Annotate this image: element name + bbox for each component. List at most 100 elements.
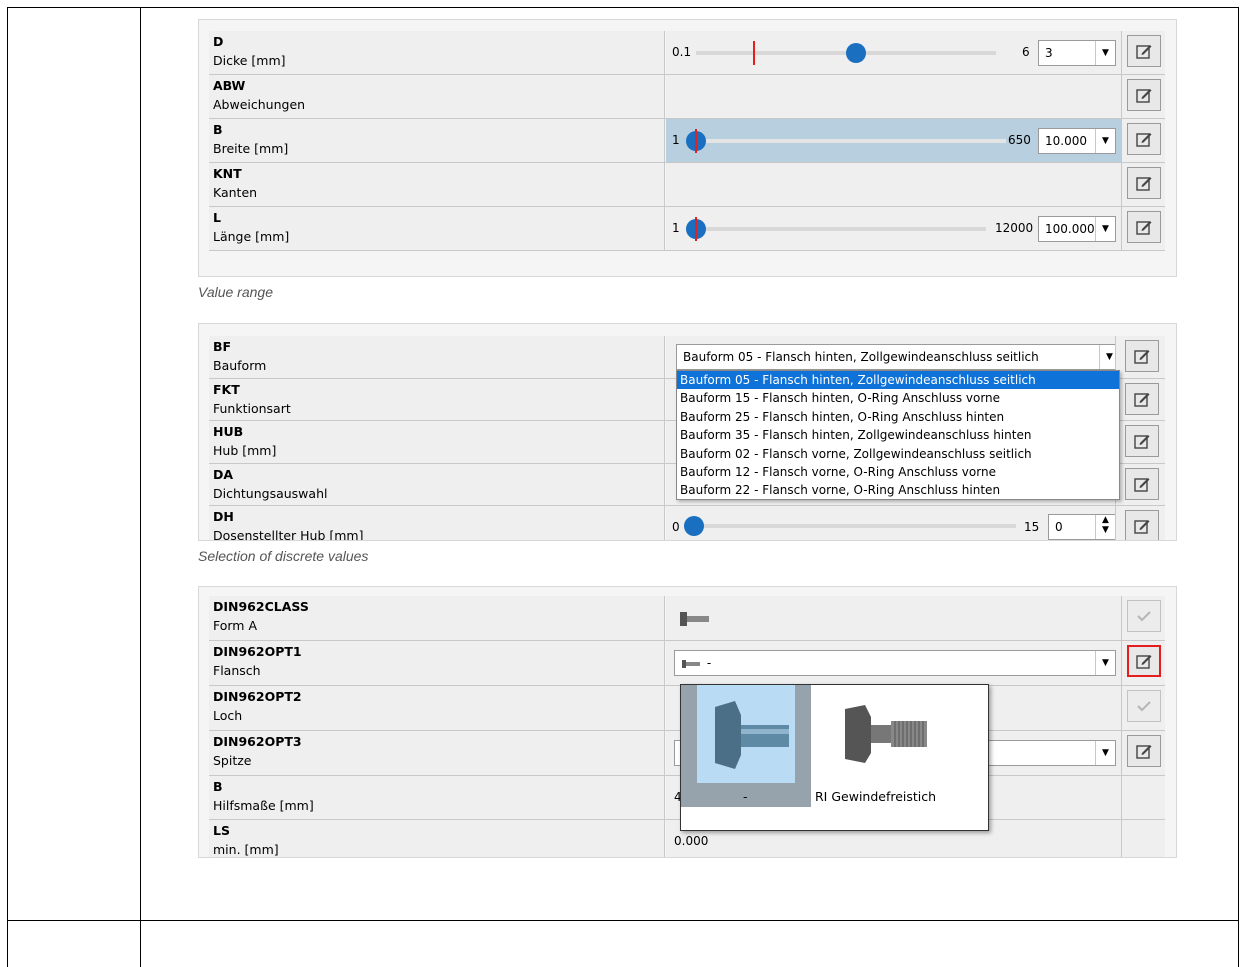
edit-cell: [1121, 731, 1165, 775]
property-value: [666, 75, 1121, 118]
slider-track: [688, 139, 1006, 143]
dropdown-option[interactable]: Bauform 22 - Flansch vorne, O-Ring Ansch…: [677, 481, 1119, 499]
property-name: FKT Funktionsart: [209, 379, 665, 420]
property-name: DIN962OPT3 Spitze: [209, 731, 665, 775]
property-label: Bauform: [213, 358, 267, 373]
property-label: Breite [mm]: [213, 141, 289, 156]
property-row-din962opt1: DIN962OPT1 Flansch - ▼: [209, 641, 1165, 686]
table-divider: [140, 7, 141, 967]
edit-button[interactable]: [1127, 167, 1161, 199]
edit-button[interactable]: [1127, 211, 1161, 243]
range-slider[interactable]: 1 650: [666, 119, 1036, 163]
range-slider[interactable]: 0 15: [666, 506, 1046, 540]
threaded-bolt-icon: [845, 705, 927, 763]
apply-button[interactable]: [1127, 690, 1161, 722]
slider-min: 1: [672, 133, 680, 147]
property-label: Form A: [213, 618, 258, 633]
slider-knob[interactable]: [684, 516, 704, 536]
value-spinner[interactable]: 0 ▲ ▼: [1048, 514, 1116, 540]
edit-cell: [1121, 686, 1165, 730]
bolt-thumbnail-icon: [680, 612, 709, 626]
chevron-down-icon[interactable]: ▼: [1095, 741, 1115, 765]
value-combo[interactable]: 10.000 ▼: [1038, 128, 1116, 154]
property-label: Dicke [mm]: [213, 53, 286, 68]
property-value: 1 650 10.000 ▼: [666, 119, 1121, 162]
edit-button[interactable]: [1127, 79, 1161, 111]
value-combo[interactable]: 3 ▼: [1038, 40, 1116, 66]
edit-cell: [1121, 820, 1165, 857]
property-code: B: [213, 122, 223, 137]
value-range-panel: D Dicke [mm] 0.1 6 3 ▼ ABW Abweichungen B Br…: [198, 19, 1177, 277]
slider-knob[interactable]: [846, 43, 866, 63]
property-code: DIN962OPT1: [213, 644, 302, 659]
flansch-combo[interactable]: - ▼: [674, 650, 1116, 676]
edit-button[interactable]: [1127, 735, 1161, 767]
chevron-down-icon[interactable]: ▼: [1095, 129, 1115, 153]
property-code: DIN962CLASS: [213, 599, 309, 614]
slider-min: 0.1: [672, 45, 692, 59]
edit-icon: [1134, 520, 1150, 534]
property-label: Funktionsart: [213, 401, 291, 416]
range-slider[interactable]: 0.1 6: [666, 31, 1030, 75]
image-option-none[interactable]: -: [681, 685, 811, 807]
property-code: KNT: [213, 166, 242, 181]
property-code: HUB: [213, 424, 244, 439]
dropdown-option[interactable]: Bauform 35 - Flansch hinten, Zollgewinde…: [677, 426, 1119, 444]
slider-track: [688, 524, 1016, 528]
property-name: DIN962CLASS Form A: [209, 596, 665, 640]
dropdown-option[interactable]: Bauform 02 - Flansch vorne, Zollgewindea…: [677, 445, 1119, 463]
property-label: Hilfsmaße [mm]: [213, 798, 314, 813]
chevron-down-icon[interactable]: ▼: [1095, 217, 1115, 241]
property-name: L Länge [mm]: [209, 207, 665, 250]
edit-button[interactable]: [1125, 340, 1159, 372]
property-name: BF Bauform: [209, 336, 665, 378]
property-value: 1 12000 100.000 ▼: [666, 207, 1121, 250]
selection-highlight: [697, 685, 795, 783]
slider-max: 12000: [995, 221, 1034, 235]
edit-cell: [1121, 596, 1165, 640]
edit-button[interactable]: [1127, 123, 1161, 155]
dropdown-option[interactable]: Bauform 15 - Flansch hinten, O-Ring Ansc…: [677, 389, 1119, 407]
property-name: B Hilfsmaße [mm]: [209, 776, 665, 819]
image-option-ri-gewindefreistich[interactable]: RI Gewindefreistich: [815, 685, 987, 807]
chevron-down-icon[interactable]: ▼: [1095, 651, 1115, 675]
apply-button[interactable]: [1127, 600, 1161, 632]
property-name: HUB Hub [mm]: [209, 421, 665, 463]
property-label: Hub [mm]: [213, 443, 277, 458]
edit-icon: [1136, 655, 1152, 669]
hex-bolt-icon: [715, 701, 789, 769]
dropdown-option[interactable]: Bauform 05 - Flansch hinten, Zollgewinde…: [677, 371, 1119, 390]
edit-cell: [1121, 776, 1165, 819]
value-combo[interactable]: 100.000 ▼: [1038, 216, 1116, 242]
property-value: [666, 163, 1121, 206]
edit-icon: [1136, 133, 1152, 147]
edit-button[interactable]: [1127, 35, 1161, 67]
edit-button[interactable]: [1125, 510, 1159, 540]
property-value: - ▼: [666, 641, 1121, 685]
slider-marker: [695, 217, 697, 241]
property-code: B: [213, 779, 223, 794]
chevron-down-icon[interactable]: ▼: [1095, 41, 1115, 65]
edit-button[interactable]: [1125, 468, 1159, 500]
edit-cell: [1115, 464, 1165, 505]
image-option-popup: - RI Gewindefreistich: [680, 684, 989, 831]
property-row-din962class: DIN962CLASS Form A: [209, 596, 1165, 641]
slider-track: [688, 227, 986, 231]
bauform-combo[interactable]: Bauform 05 - Flansch hinten, Zollgewinde…: [676, 344, 1120, 370]
edit-icon: [1134, 393, 1150, 407]
property-value: [666, 596, 1121, 640]
property-row-l: L Länge [mm] 1 12000 100.000 ▼: [209, 207, 1165, 251]
property-code: DA: [213, 467, 234, 482]
edit-button[interactable]: [1125, 383, 1159, 415]
edit-button[interactable]: [1127, 645, 1161, 677]
edit-cell: [1115, 379, 1165, 420]
edit-icon: [1136, 177, 1152, 191]
property-code: FKT: [213, 382, 240, 397]
dropdown-option[interactable]: Bauform 25 - Flansch hinten, O-Ring Ansc…: [677, 408, 1119, 426]
edit-button[interactable]: [1125, 425, 1159, 457]
range-slider[interactable]: 1 12000: [666, 207, 1036, 251]
edit-cell: [1121, 207, 1165, 250]
spinner-arrows-icon[interactable]: ▲ ▼: [1095, 515, 1115, 539]
property-row-dh: DH Dosenstellter Hub [mm] 0 15 0 ▲ ▼: [209, 506, 1165, 540]
dropdown-option[interactable]: Bauform 12 - Flansch vorne, O-Ring Ansch…: [677, 463, 1119, 481]
